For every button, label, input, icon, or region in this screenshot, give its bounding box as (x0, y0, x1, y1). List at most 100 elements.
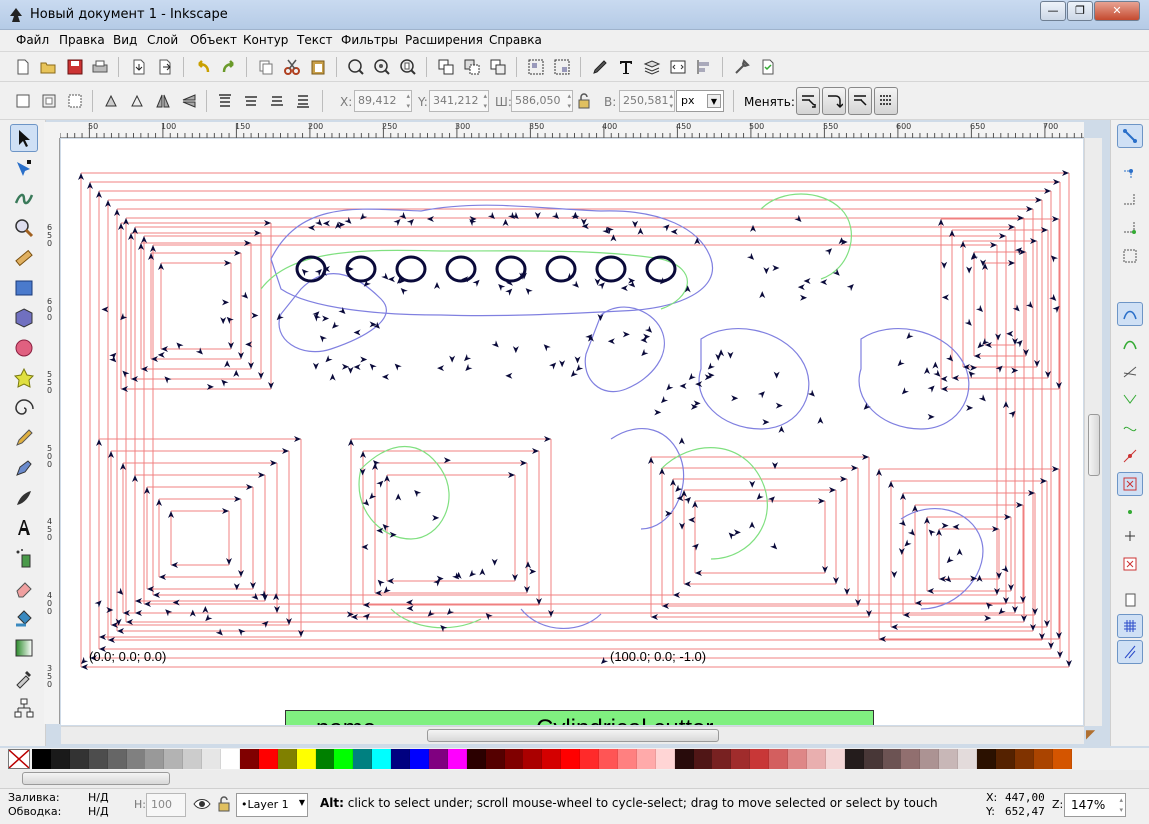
layers-icon[interactable] (641, 56, 663, 78)
maximize-button[interactable]: ❐ (1067, 1, 1093, 21)
ellipse-tool-icon[interactable] (10, 334, 38, 362)
color-swatch[interactable] (334, 749, 354, 769)
spray-tool-icon[interactable] (10, 544, 38, 572)
color-swatch[interactable] (447, 749, 467, 769)
raise-icon[interactable] (240, 90, 262, 112)
3d-box-tool-icon[interactable] (10, 304, 38, 332)
snap-smooth-nodes-icon[interactable] (1117, 416, 1143, 440)
copy-icon[interactable] (255, 56, 277, 78)
menu-layer[interactable]: Слой (147, 33, 178, 47)
color-swatch[interactable] (410, 749, 429, 769)
color-swatch[interactable] (523, 749, 543, 769)
layer-select[interactable]: •Layer 1 ▼ (236, 793, 308, 817)
cut-icon[interactable] (281, 56, 303, 78)
color-swatch[interactable] (183, 749, 203, 769)
color-swatch[interactable] (977, 749, 996, 769)
color-swatch[interactable] (88, 749, 108, 769)
color-swatch[interactable] (599, 749, 618, 769)
pen-tool-icon[interactable] (10, 454, 38, 482)
zoom-input[interactable]: 147% (1064, 793, 1126, 817)
zoom-drawing-icon[interactable] (371, 56, 393, 78)
horizontal-scrollbar[interactable] (61, 726, 1084, 744)
color-swatch[interactable] (32, 749, 51, 769)
calligraphy-tool-icon[interactable] (10, 484, 38, 512)
connector-tool-icon[interactable] (10, 694, 38, 722)
color-swatch[interactable] (712, 749, 732, 769)
unlink-clone-icon[interactable] (487, 56, 509, 78)
snap-intersections-icon[interactable] (1117, 360, 1143, 384)
menu-path[interactable]: Контур (243, 33, 288, 47)
snap-bbox-edge-icon[interactable] (1117, 188, 1143, 212)
rotate-cw-icon[interactable] (126, 90, 148, 112)
zoom-page-icon[interactable] (397, 56, 419, 78)
eye-visibility-icon[interactable] (192, 795, 214, 815)
pencil-tool-icon[interactable] (10, 424, 38, 452)
node-tool-icon[interactable] (10, 155, 38, 183)
color-swatch[interactable] (315, 749, 335, 769)
color-swatch[interactable] (277, 749, 297, 769)
color-swatch[interactable] (995, 749, 1015, 769)
w-input[interactable]: 586,050 (511, 90, 573, 112)
document-properties-icon[interactable] (757, 56, 779, 78)
color-swatch[interactable] (674, 749, 694, 769)
snap-page-border-icon[interactable] (1117, 552, 1143, 576)
color-swatch[interactable] (353, 749, 373, 769)
snap-bbox-corner-icon[interactable] (1117, 216, 1143, 240)
selector-tool-icon[interactable] (10, 124, 38, 152)
y-input[interactable]: 341,212 (429, 90, 489, 112)
color-swatch[interactable] (466, 749, 486, 769)
paste-icon[interactable] (307, 56, 329, 78)
opacity-input[interactable]: 100 (146, 793, 186, 817)
menu-edit[interactable]: Правка (59, 33, 105, 47)
duplicate-icon[interactable] (435, 56, 457, 78)
color-swatch[interactable] (561, 749, 581, 769)
zoom-selection-icon[interactable] (345, 56, 367, 78)
color-swatch[interactable] (107, 749, 127, 769)
vertical-ruler[interactable]: 6 5 0 6 0 0 5 5 0 5 0 0 4 5 0 4 0 0 3 5 … (44, 138, 60, 724)
menu-filters[interactable]: Фильтры (341, 33, 398, 47)
close-button[interactable]: ✕ (1094, 1, 1140, 21)
color-swatch[interactable] (920, 749, 940, 769)
color-swatch[interactable] (693, 749, 713, 769)
snap-guides-icon[interactable] (1117, 640, 1143, 664)
menu-help[interactable]: Справка (489, 33, 542, 47)
h-input[interactable]: 250,581 (619, 90, 675, 112)
color-swatch[interactable] (731, 749, 751, 769)
stroke-value[interactable]: Н/Д (88, 805, 109, 818)
rotate-ccw-icon[interactable] (100, 90, 122, 112)
redo-icon[interactable] (218, 56, 240, 78)
ungroup-icon[interactable] (551, 56, 573, 78)
save-icon[interactable] (64, 56, 86, 78)
color-swatch[interactable] (769, 749, 789, 769)
measure-tool-icon[interactable] (10, 244, 38, 272)
zoom-tool-icon[interactable] (10, 214, 38, 242)
toolbar-overflow-icon[interactable]: ◤ (1086, 727, 1102, 745)
scrollbar-thumb[interactable] (22, 772, 170, 785)
spiral-tool-icon[interactable] (10, 394, 38, 422)
snap-text-baseline-icon[interactable] (1117, 524, 1143, 548)
flip-vertical-icon[interactable] (178, 90, 200, 112)
minimize-button[interactable]: — (1040, 1, 1066, 21)
xml-editor-icon[interactable] (667, 56, 689, 78)
color-swatch[interactable] (636, 749, 656, 769)
import-icon[interactable] (128, 56, 150, 78)
fill-stroke-icon[interactable] (589, 56, 611, 78)
horizontal-ruler[interactable]: 50 100 150 200 250 300 350 400 450 500 5… (60, 122, 1084, 138)
color-swatch[interactable] (863, 749, 883, 769)
snap-rotation-center-icon[interactable] (1117, 500, 1143, 524)
color-swatch[interactable] (542, 749, 562, 769)
print-icon[interactable] (89, 56, 111, 78)
snap-cusp-nodes-icon[interactable] (1117, 388, 1143, 412)
color-swatch[interactable] (844, 749, 864, 769)
color-swatch[interactable] (239, 749, 259, 769)
menu-file[interactable]: Файл (16, 33, 49, 47)
color-swatch[interactable] (655, 749, 675, 769)
fill-value[interactable]: Н/Д (88, 791, 109, 804)
color-swatch[interactable] (69, 749, 89, 769)
color-swatch[interactable] (372, 749, 392, 769)
open-icon[interactable] (37, 56, 59, 78)
color-swatch[interactable] (825, 749, 845, 769)
paint-bucket-tool-icon[interactable] (10, 604, 38, 632)
color-swatch[interactable] (806, 749, 826, 769)
palette-scrollbar[interactable] (0, 770, 1149, 788)
